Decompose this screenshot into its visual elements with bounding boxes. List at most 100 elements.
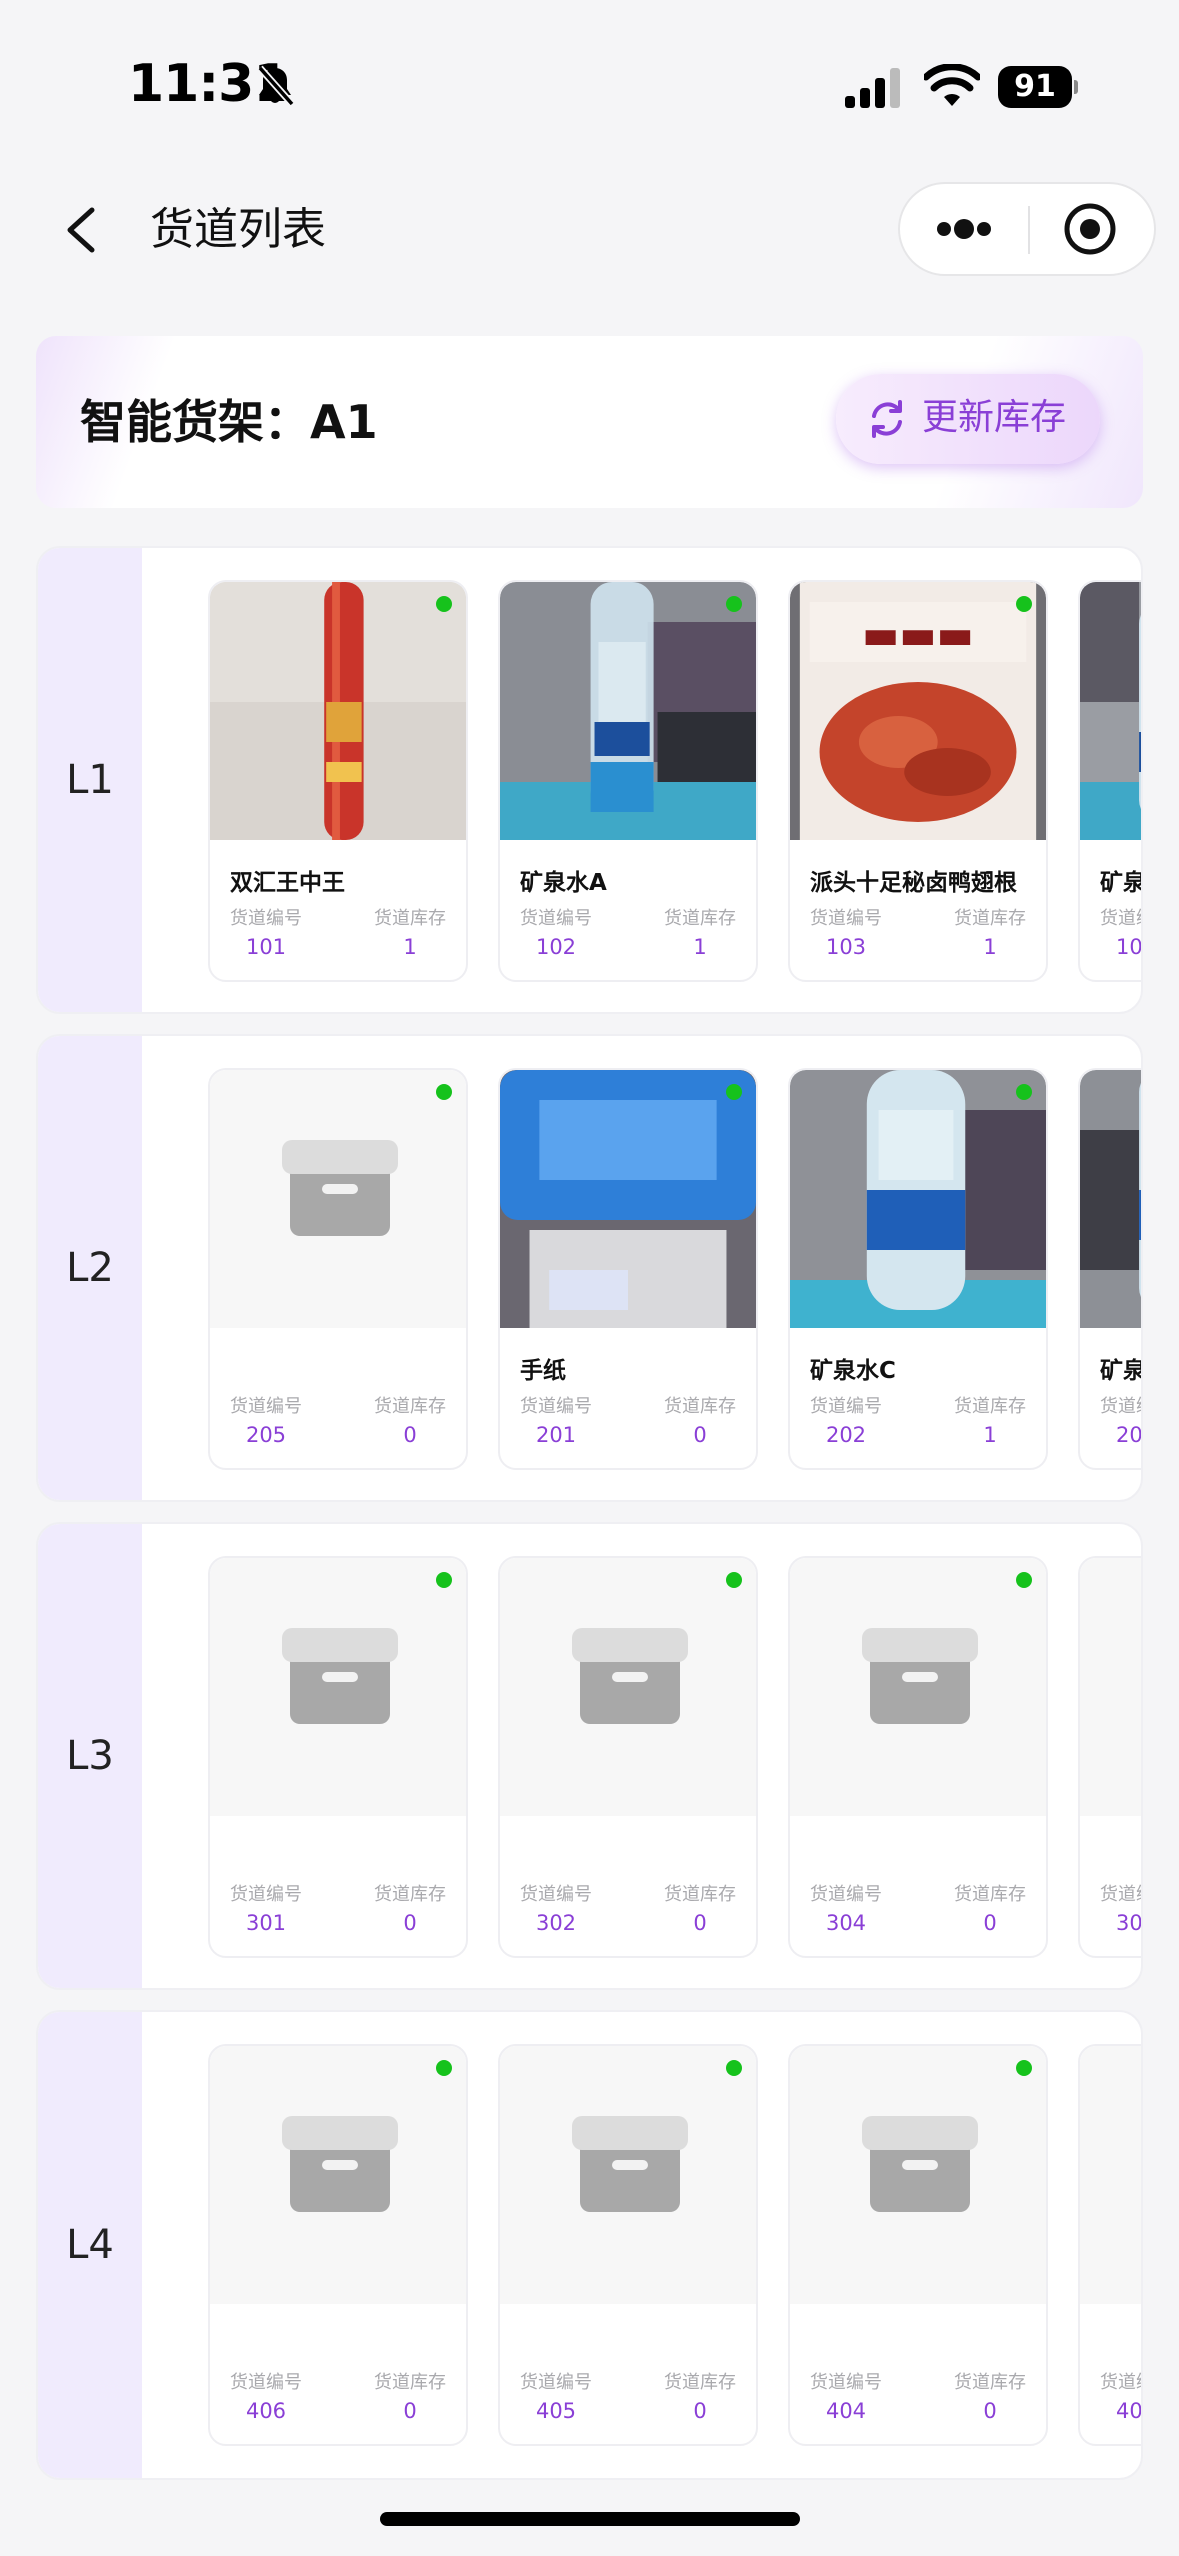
online-status-dot xyxy=(1016,596,1032,612)
online-status-dot xyxy=(726,1084,742,1100)
slot-card[interactable]: 货道编号 货道库存 406 0 xyxy=(208,2044,468,2446)
slot-card[interactable]: 货道编号 货道库存 305 xyxy=(1078,1556,1141,1958)
lane-stock-value: 0 xyxy=(403,1423,417,1447)
more-dots-icon xyxy=(937,219,991,239)
lane-number-value: 302 xyxy=(535,1911,577,1935)
slot-card[interactable]: 货道编号 货道库存 403 xyxy=(1078,2044,1141,2446)
lane-number-label: 货道编号 xyxy=(810,1884,882,1905)
row-label: L4 xyxy=(66,2222,114,2268)
battery-level: 91 xyxy=(998,66,1072,108)
slot-card[interactable]: 矿泉水A 货道编号 货道库存 102 1 xyxy=(498,580,758,982)
home-indicator[interactable] xyxy=(380,2512,800,2526)
slot-card[interactable]: 矿泉水2 货道编号 货道库存 104 xyxy=(1078,580,1141,982)
lane-stock-label: 货道库存 xyxy=(954,1396,1026,1417)
product-image xyxy=(500,2046,756,2304)
refresh-icon xyxy=(872,400,902,438)
chevron-left-icon xyxy=(67,207,95,253)
product-name: 派头十足秘卤鸭翅根 xyxy=(810,870,1017,896)
lane-number-label: 货道编号 xyxy=(520,1884,592,1905)
slot-list[interactable]: 双汇王中王 货道编号 货道库存 101 1 矿泉水A 货道编号 货道库存 102… xyxy=(142,548,1141,1012)
lane-number-label: 货道编号 xyxy=(810,2372,882,2393)
row-label-column: L1 xyxy=(38,548,142,1012)
slot-card[interactable]: 手纸 货道编号 货道库存 201 0 xyxy=(498,1068,758,1470)
product-name: 双汇王中王 xyxy=(230,870,345,896)
product-image: ▬▬▬ xyxy=(790,582,1046,840)
lane-stock-label: 货道库存 xyxy=(954,908,1026,929)
empty-box-icon xyxy=(282,2116,398,2212)
row-label: L1 xyxy=(66,757,114,803)
lane-number-label: 货道编号 xyxy=(520,2372,592,2393)
slot-card[interactable]: 货道编号 货道库存 304 0 xyxy=(788,1556,1048,1958)
back-button[interactable] xyxy=(54,198,114,262)
battery-cap xyxy=(1074,80,1078,94)
update-stock-label: 更新库存 xyxy=(922,397,1067,438)
slot-card[interactable]: 货道编号 货道库存 302 0 xyxy=(498,1556,758,1958)
slot-card[interactable]: ▬▬▬ 派头十足秘卤鸭翅根 货道编号 货道库存 103 1 xyxy=(788,580,1048,982)
row-label: L3 xyxy=(66,1733,114,1779)
cellular-signal-icon xyxy=(845,68,900,108)
product-image xyxy=(500,582,756,840)
product-image xyxy=(790,1558,1046,1816)
water-bottle-scale-photo xyxy=(790,1070,1046,1328)
lane-number-value: 201 xyxy=(535,1423,577,1447)
product-image xyxy=(210,1558,466,1816)
lane-number-label: 货道编号 xyxy=(520,1396,592,1417)
lane-stock-value: 1 xyxy=(983,1423,997,1447)
slot-card[interactable]: 货道编号 货道库存 404 0 xyxy=(788,2044,1048,2446)
product-image xyxy=(1080,2046,1141,2304)
slot-card[interactable]: 货道编号 货道库存 405 0 xyxy=(498,2044,758,2446)
lane-stock-value: 0 xyxy=(693,1911,707,1935)
lane-number-value: 301 xyxy=(245,1911,287,1935)
empty-box-icon xyxy=(572,1628,688,1724)
slot-list[interactable]: 货道编号 货道库存 301 0 货道编号 货道库存 302 0 货道编号 货道库… xyxy=(142,1524,1141,1988)
close-mini-program-button[interactable] xyxy=(1030,184,1154,274)
slot-card[interactable]: 矿泉水 货道编号 货道库存 203 xyxy=(1078,1068,1141,1470)
slot-card[interactable]: 双汇王中王 货道编号 货道库存 101 1 xyxy=(208,580,468,982)
lane-stock-value: 1 xyxy=(403,935,417,959)
empty-box-icon xyxy=(282,1628,398,1724)
update-stock-button[interactable]: 更新库存 xyxy=(836,374,1100,464)
lane-number-value: 202 xyxy=(825,1423,867,1447)
slot-card[interactable]: 货道编号 货道库存 205 0 xyxy=(208,1068,468,1470)
lane-number-value: 102 xyxy=(535,935,577,959)
slot-list[interactable]: 货道编号 货道库存 205 0 手纸 货道编号 货道库存 201 0 矿泉水C … xyxy=(142,1036,1141,1500)
product-name: 矿泉水 xyxy=(1100,1358,1141,1384)
lane-stock-value: 0 xyxy=(983,1911,997,1935)
status-bar: 11:31 91 xyxy=(0,0,1179,150)
lane-number-label: 货道编号 xyxy=(230,908,302,929)
slot-list[interactable]: 货道编号 货道库存 406 0 货道编号 货道库存 405 0 货道编号 货道库… xyxy=(142,2012,1141,2478)
water-bottle-photo xyxy=(500,582,756,840)
product-image xyxy=(210,2046,466,2304)
more-button[interactable] xyxy=(900,184,1028,274)
nav-bar: 货道列表 xyxy=(0,170,1179,290)
product-image xyxy=(790,2046,1046,2304)
product-image xyxy=(210,582,466,840)
lane-number-value: 101 xyxy=(245,935,287,959)
lane-number-value: 404 xyxy=(825,2399,867,2423)
lane-stock-label: 货道库存 xyxy=(954,2372,1026,2393)
product-image xyxy=(790,1070,1046,1328)
slot-card[interactable]: 货道编号 货道库存 301 0 xyxy=(208,1556,468,1958)
empty-box-icon xyxy=(282,1140,398,1236)
lane-number-label: 货道编号 xyxy=(230,1884,302,1905)
lane-stock-value: 0 xyxy=(983,2399,997,2423)
lane-number-label: 货道编号 xyxy=(810,908,882,929)
lane-number-label: 货道编号 xyxy=(520,908,592,929)
duck-snack-photo: ▬▬▬ xyxy=(790,582,1046,840)
shelf-row-l4: L4 货道编号 货道库存 406 0 货道编号 货道库存 405 0 货道编号 … xyxy=(36,2010,1143,2480)
wifi-icon xyxy=(924,64,980,106)
slot-card[interactable]: 矿泉水C 货道编号 货道库存 202 1 xyxy=(788,1068,1048,1470)
app-screen: 11:31 91 货道列表 智能货架：A1 更新库存 L1 双汇王中王 货道编号… xyxy=(0,0,1179,2556)
lane-stock-label: 货道库存 xyxy=(664,2372,736,2393)
shelf-header-card: 智能货架：A1 更新库存 xyxy=(36,336,1143,508)
online-status-dot xyxy=(436,1572,452,1588)
product-name: 手纸 xyxy=(520,1358,566,1384)
shelf-row-l1: L1 双汇王中王 货道编号 货道库存 101 1 矿泉水A 货道编号 货道库存 … xyxy=(36,546,1143,1014)
product-image xyxy=(1080,1070,1141,1328)
product-image xyxy=(500,1558,756,1816)
svg-text:▬▬▬: ▬▬▬ xyxy=(862,612,974,658)
online-status-dot xyxy=(436,1084,452,1100)
empty-box-icon xyxy=(862,1628,978,1724)
lane-number-value: 203 xyxy=(1115,1423,1141,1447)
product-name: 矿泉水A xyxy=(520,870,607,896)
